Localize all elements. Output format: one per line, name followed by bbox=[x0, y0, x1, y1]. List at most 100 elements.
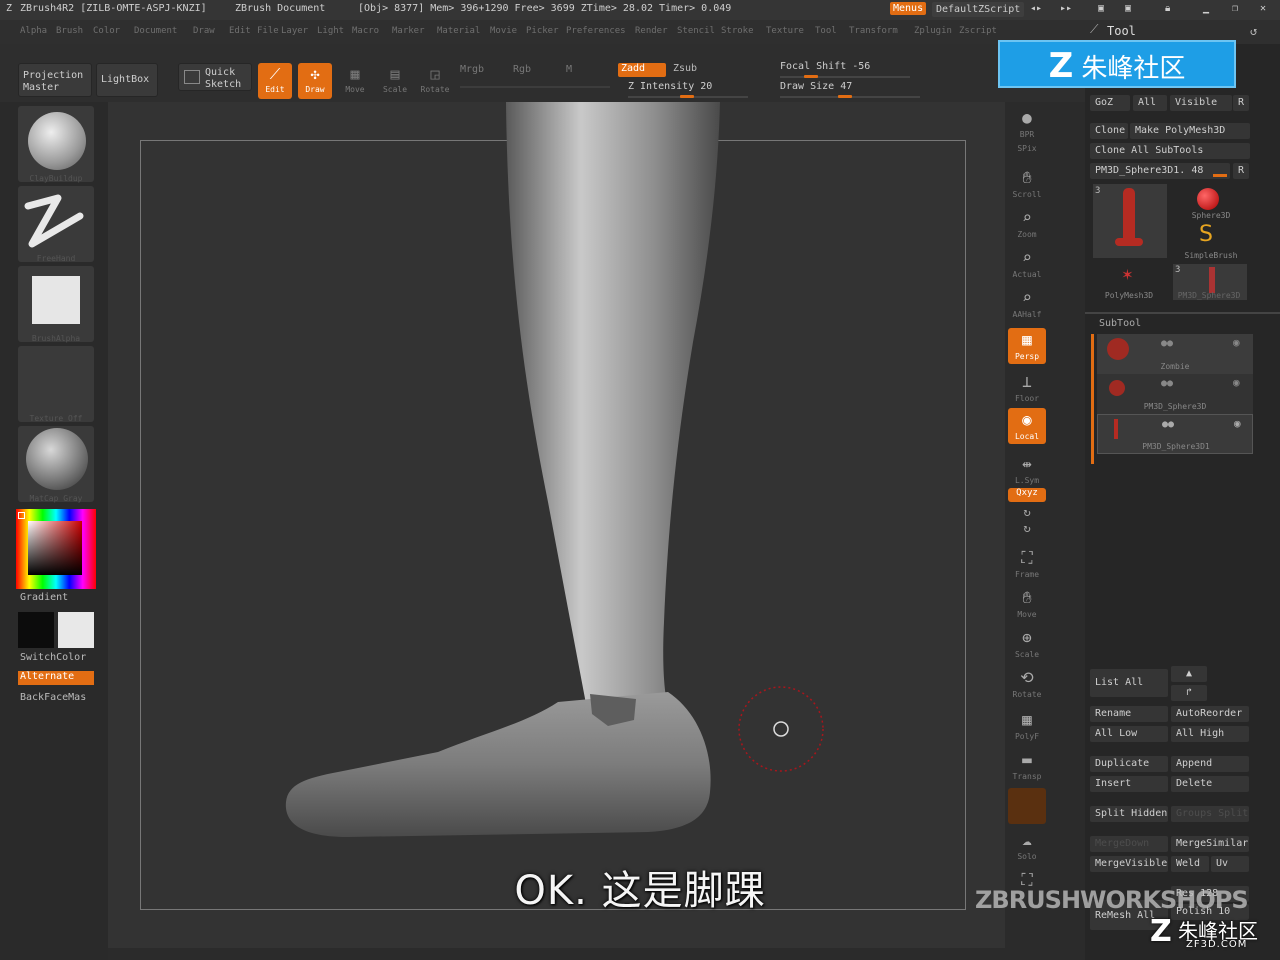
switchcolor-button[interactable]: SwitchColor bbox=[20, 652, 86, 663]
alpha-selector[interactable] bbox=[18, 266, 94, 342]
stroke-selector[interactable] bbox=[18, 186, 94, 262]
floor-toggle[interactable]: ⊥ Floor bbox=[1008, 370, 1046, 406]
menu-item-stencil[interactable]: Stencil bbox=[677, 26, 715, 36]
menu-item-file[interactable]: File bbox=[257, 26, 279, 36]
local-toggle[interactable]: ◉ Local bbox=[1008, 408, 1046, 444]
mergevisible-button[interactable]: MergeVisible bbox=[1090, 856, 1168, 872]
xyz-toggle[interactable]: Qxyz bbox=[1008, 488, 1046, 502]
simplebrush-icon[interactable]: S bbox=[1199, 222, 1213, 247]
menu-item-movie[interactable]: Movie bbox=[490, 26, 517, 36]
lock-icon[interactable]: 🔒︎ bbox=[1165, 3, 1170, 14]
menu-item-zplugin[interactable]: Zplugin bbox=[914, 26, 952, 36]
actual-button[interactable]: ⌕ Actual bbox=[1008, 246, 1046, 282]
subtool-header[interactable]: SubTool bbox=[1099, 318, 1141, 329]
bpr-render-button[interactable]: ● BPR bbox=[1008, 106, 1046, 142]
rgb-button[interactable]: Rgb bbox=[513, 64, 531, 75]
autoreorder-button[interactable]: AutoReorder bbox=[1171, 706, 1249, 722]
projection-master-button[interactable]: Projection Master bbox=[18, 63, 92, 97]
spix-slider[interactable]: SPix bbox=[1008, 144, 1046, 162]
subtool-row-pm3d-sphere[interactable]: ●● ◉ PM3D_Sphere3D bbox=[1097, 374, 1253, 414]
r-button[interactable]: R bbox=[1233, 95, 1249, 111]
slider-handle[interactable] bbox=[680, 95, 694, 98]
menu-item-texture[interactable]: Texture bbox=[766, 26, 804, 36]
scale-view-button[interactable]: ⊕ Scale bbox=[1008, 626, 1046, 662]
zoom-button[interactable]: ⌕ Zoom bbox=[1008, 206, 1046, 242]
subtool-row-zombie[interactable]: ●● ◉ Zombie bbox=[1097, 334, 1253, 374]
append-button[interactable]: Append bbox=[1171, 756, 1249, 772]
visibility-icon[interactable]: ●● bbox=[1162, 419, 1174, 430]
palette-icon[interactable]: ▣ bbox=[1125, 3, 1131, 14]
slider-handle[interactable] bbox=[1213, 174, 1227, 177]
frame-button[interactable]: ⛶ Frame bbox=[1008, 546, 1046, 582]
visible-button[interactable]: Visible bbox=[1170, 95, 1232, 111]
zadd-button[interactable]: Zadd bbox=[618, 63, 666, 77]
color-cursor[interactable] bbox=[18, 512, 25, 519]
subtool-scrollbar[interactable] bbox=[1091, 334, 1094, 464]
sphere3d-icon[interactable] bbox=[1197, 188, 1219, 210]
layout-icon[interactable]: ▸▸ bbox=[1060, 3, 1072, 14]
menu-item-material[interactable]: Material bbox=[437, 26, 480, 36]
scale-button[interactable]: ▤ Scale bbox=[378, 63, 412, 99]
visibility-icon[interactable]: ●● bbox=[1161, 378, 1173, 389]
list-all-button[interactable]: List All bbox=[1090, 669, 1168, 697]
rotation-axis-buttons[interactable]: ↻ ↻ bbox=[1008, 504, 1046, 538]
zsub-button[interactable]: Zsub bbox=[673, 63, 697, 74]
groups-split-button[interactable]: Groups Split bbox=[1171, 806, 1249, 822]
quick-sketch-button[interactable]: Quick Sketch bbox=[178, 63, 252, 91]
rename-button[interactable]: Rename bbox=[1090, 706, 1168, 722]
slider-handle[interactable] bbox=[838, 95, 852, 98]
uv-button[interactable]: Uv bbox=[1211, 856, 1249, 872]
polymesh-star-icon[interactable]: ✶ bbox=[1122, 264, 1133, 285]
menu-item-zscript[interactable]: Zscript bbox=[959, 26, 997, 36]
color-picker[interactable] bbox=[16, 509, 96, 589]
tool-thumb-leg[interactable]: 3 bbox=[1093, 184, 1167, 258]
menu-item-stroke[interactable]: Stroke bbox=[721, 26, 754, 36]
menu-item-picker[interactable]: Picker bbox=[526, 26, 559, 36]
menu-item-layer[interactable]: Layer bbox=[281, 26, 308, 36]
visibility-icon[interactable]: ●● bbox=[1161, 338, 1173, 349]
move-button[interactable]: ▦ Move bbox=[338, 63, 372, 99]
secondary-color-swatch[interactable] bbox=[58, 612, 94, 648]
z-intensity-slider[interactable]: Z Intensity 20 bbox=[628, 81, 748, 98]
restore-icon[interactable]: ❐ bbox=[1232, 3, 1238, 14]
mrgb-button[interactable]: Mrgb bbox=[460, 64, 484, 75]
default-zscript-button[interactable]: DefaultZScript bbox=[932, 2, 1025, 17]
palette-icon[interactable]: ▣ bbox=[1098, 3, 1104, 14]
lsym-toggle[interactable]: ⇹ L.Sym bbox=[1008, 452, 1046, 488]
r-button[interactable]: R bbox=[1233, 163, 1249, 179]
focal-shift-slider[interactable]: Focal Shift -56 bbox=[780, 61, 910, 78]
menu-item-brush[interactable]: Brush bbox=[56, 26, 83, 36]
draw-button[interactable]: ✣ Draw bbox=[298, 63, 332, 99]
transp-toggle[interactable]: ▬ Transp bbox=[1008, 748, 1046, 784]
gradient-toggle[interactable]: Gradient bbox=[20, 592, 68, 603]
solo-toggle[interactable]: ☁︎ Solo bbox=[1008, 828, 1046, 864]
all-high-button[interactable]: All High bbox=[1171, 726, 1249, 742]
menu-item-marker[interactable]: Marker bbox=[392, 26, 425, 36]
slider-handle[interactable] bbox=[804, 75, 818, 78]
panel-refresh-icon[interactable]: ↺ bbox=[1250, 24, 1257, 38]
menu-item-alpha[interactable]: Alpha bbox=[20, 26, 47, 36]
menu-item-edit[interactable]: Edit bbox=[229, 26, 251, 36]
menu-item-transform[interactable]: Transform bbox=[849, 26, 898, 36]
backface-mask-toggle[interactable]: BackFaceMas bbox=[20, 692, 86, 703]
eye-icon[interactable]: ◉ bbox=[1233, 336, 1240, 349]
menu-item-document[interactable]: Document bbox=[134, 26, 177, 36]
rotate-button[interactable]: ◲ Rotate bbox=[418, 63, 452, 99]
edit-button[interactable]: ⟋ Edit bbox=[258, 63, 292, 99]
subtool-row-pm3d-sphere1[interactable]: ●● ◉ PM3D_Sphere3D1 bbox=[1097, 414, 1253, 454]
menu-item-light[interactable]: Light bbox=[317, 26, 344, 36]
delete-button[interactable]: Delete bbox=[1171, 776, 1249, 792]
minimize-icon[interactable]: ▁ bbox=[1203, 3, 1209, 14]
leg-model[interactable] bbox=[108, 102, 1008, 948]
alternate-toggle[interactable]: Alternate bbox=[18, 671, 94, 685]
menu-item-macro[interactable]: Macro bbox=[352, 26, 379, 36]
current-tool-slider[interactable]: PM3D_Sphere3D1. 48 bbox=[1090, 163, 1230, 179]
m-button[interactable]: M bbox=[566, 64, 572, 75]
move-up-icon[interactable]: ▲ bbox=[1171, 666, 1207, 682]
document-canvas[interactable] bbox=[108, 102, 1008, 948]
rotate-view-button[interactable]: ⟲ Rotate bbox=[1008, 666, 1046, 702]
polyframe-toggle[interactable]: ▦ PolyF bbox=[1008, 708, 1046, 744]
draw-size-slider[interactable]: Draw Size 47 bbox=[780, 81, 920, 98]
ghost-toggle[interactable] bbox=[1008, 788, 1046, 824]
texture-selector[interactable] bbox=[18, 346, 94, 422]
